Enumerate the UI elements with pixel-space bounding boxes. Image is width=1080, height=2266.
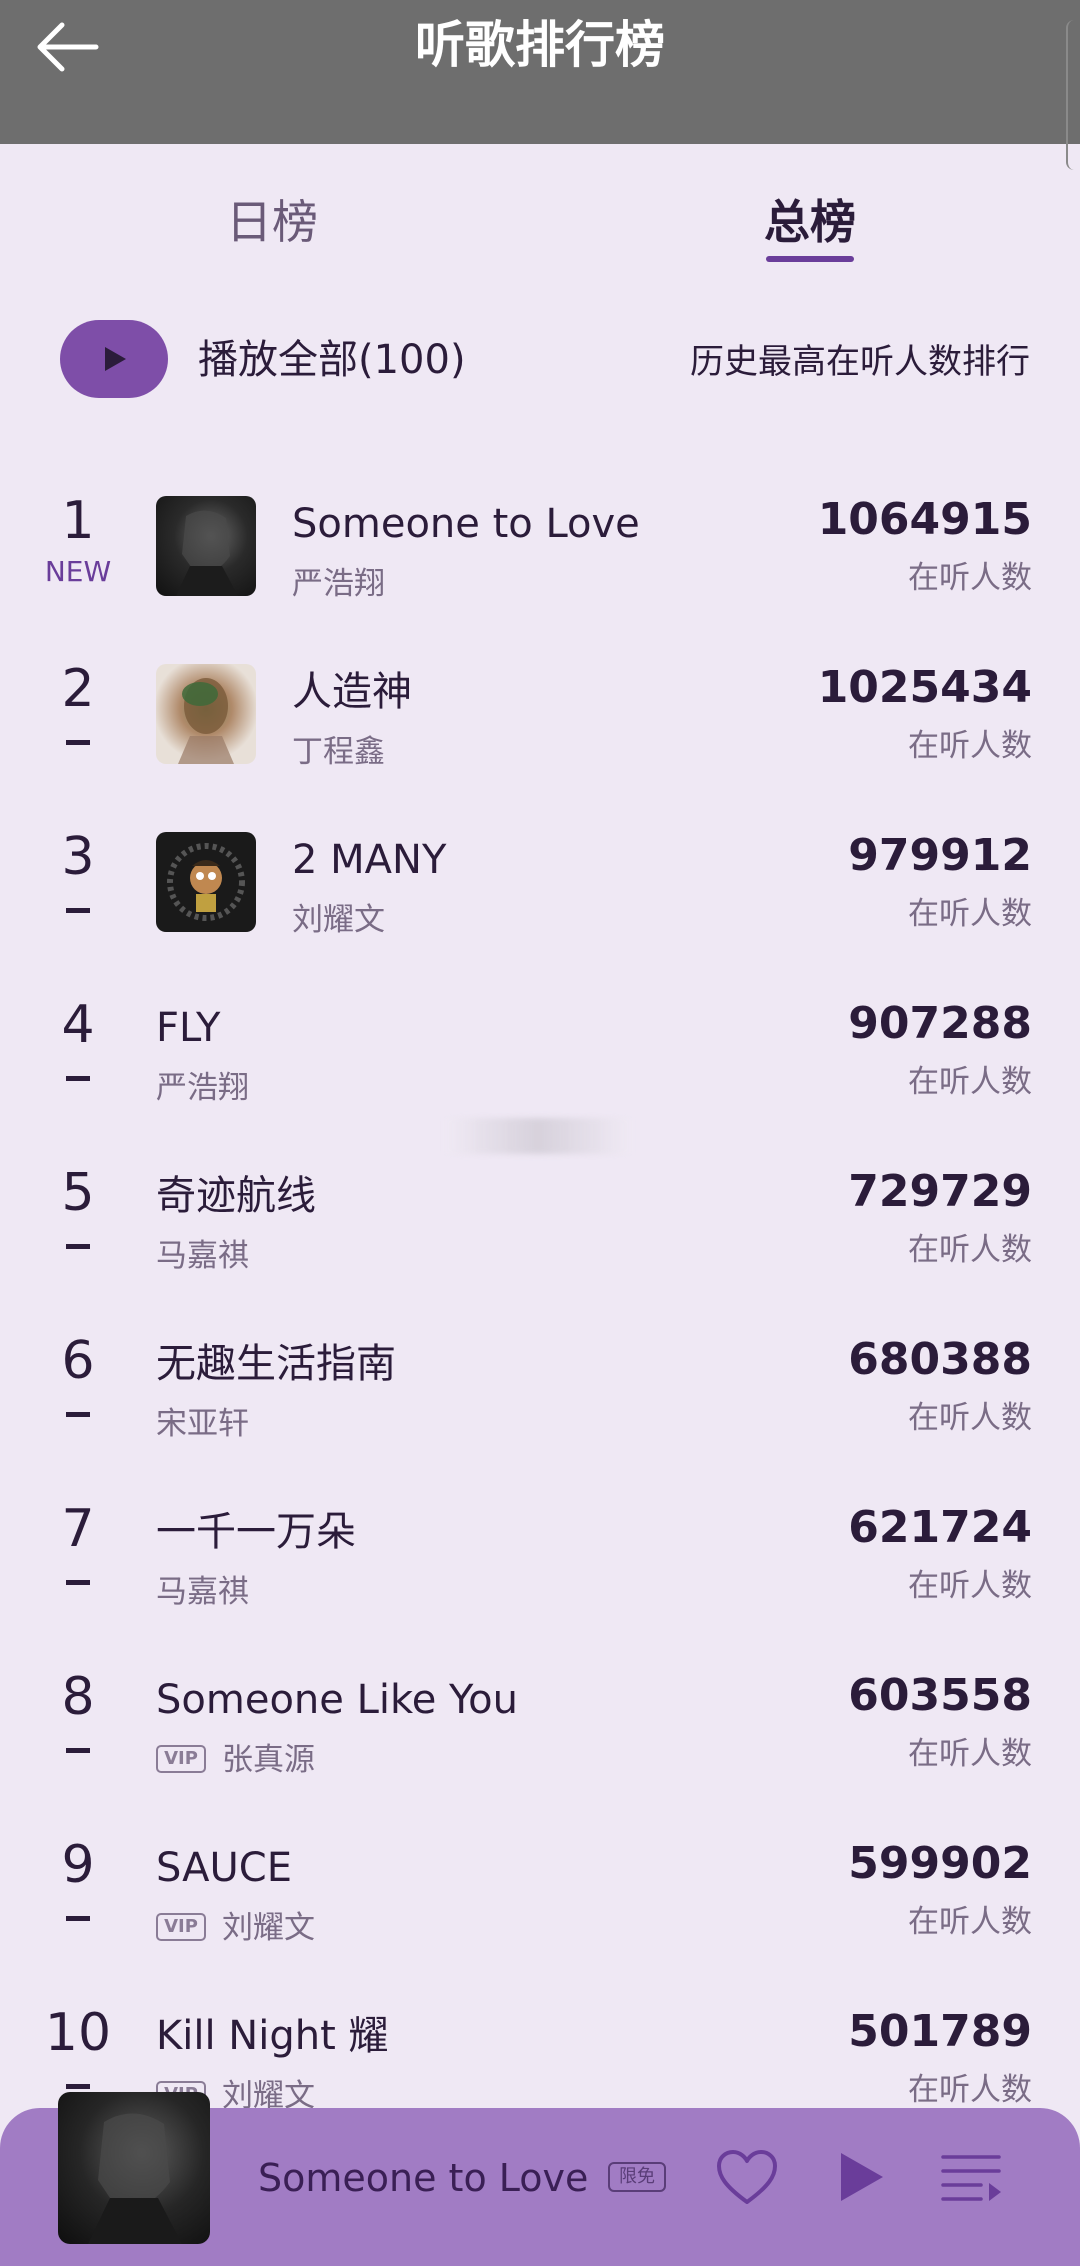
song-artist: 马嘉祺 bbox=[156, 1238, 249, 1274]
song-artist: 张真源 bbox=[222, 1742, 315, 1778]
listen-count-label: 在听人数 bbox=[908, 896, 1032, 932]
active-tab-indicator bbox=[766, 256, 854, 262]
heart-icon bbox=[717, 2150, 777, 2204]
listen-count: 1064915 bbox=[817, 494, 1032, 545]
rank-number: 6 bbox=[61, 1331, 95, 1391]
tab-daily[interactable]: 日榜 bbox=[226, 190, 318, 254]
rank-number: 4 bbox=[61, 995, 95, 1055]
play-button[interactable] bbox=[826, 2142, 896, 2212]
song-row[interactable]: 8 Someone Like You VIP 张真源 603558 在听人数 bbox=[0, 1638, 1080, 1806]
mini-player-cover[interactable] bbox=[58, 2092, 210, 2244]
song-row[interactable]: 7 一千一万朵 马嘉祺 621724 在听人数 bbox=[0, 1470, 1080, 1638]
rank-number: 10 bbox=[44, 2003, 112, 2063]
listen-count-label: 在听人数 bbox=[908, 1904, 1032, 1940]
listen-count: 979912 bbox=[848, 830, 1032, 881]
song-row[interactable]: 2 人造神 丁程鑫 1025434 在听人数 bbox=[0, 630, 1080, 798]
rank-unchanged-icon bbox=[66, 908, 90, 913]
listen-count-label: 在听人数 bbox=[908, 2072, 1032, 2108]
song-artist: 严浩翔 bbox=[292, 566, 385, 602]
song-artist: 刘耀文 bbox=[222, 1910, 315, 1946]
rank-unchanged-icon bbox=[66, 1580, 90, 1585]
song-row[interactable]: 4 FLY 严浩翔 907288 在听人数 bbox=[0, 966, 1080, 1134]
listen-count-label: 在听人数 bbox=[908, 1064, 1032, 1100]
song-row[interactable]: 6 无趣生活指南 宋亚轩 680388 在听人数 bbox=[0, 1302, 1080, 1470]
cover-art-image bbox=[176, 510, 238, 596]
app-root: 听歌排行榜 日榜 总榜 播放全部(100) 历史最高在听人数排行 1 NEW S… bbox=[0, 0, 1080, 2266]
listen-count-label: 在听人数 bbox=[908, 1400, 1032, 1436]
listen-count-label: 在听人数 bbox=[908, 560, 1032, 596]
song-title: 2 MANY bbox=[292, 837, 447, 883]
rank-number: 3 bbox=[61, 827, 95, 887]
song-artist: 丁程鑫 bbox=[292, 734, 385, 770]
play-all-label[interactable]: 播放全部(100) bbox=[198, 330, 466, 390]
listen-count: 680388 bbox=[848, 1334, 1032, 1385]
listen-count-label: 在听人数 bbox=[908, 728, 1032, 764]
listen-count-label: 在听人数 bbox=[908, 1232, 1032, 1268]
listen-count: 1025434 bbox=[817, 662, 1032, 713]
like-button[interactable] bbox=[712, 2142, 782, 2212]
listen-count: 729729 bbox=[848, 1166, 1032, 1217]
rank-unchanged-icon bbox=[66, 1076, 90, 1081]
rank-unchanged-icon bbox=[66, 1748, 90, 1753]
listen-count-label: 在听人数 bbox=[908, 1568, 1032, 1604]
album-cover bbox=[156, 832, 256, 932]
song-row[interactable]: 1 NEW Someone to Love 严浩翔 1064915 在听人数 bbox=[0, 462, 1080, 630]
rank-unchanged-icon bbox=[66, 1244, 90, 1249]
rank-unchanged-icon bbox=[66, 740, 90, 745]
listen-count: 907288 bbox=[848, 998, 1032, 1049]
rank-number: 1 bbox=[61, 491, 95, 551]
song-title: 无趣生活指南 bbox=[156, 1341, 396, 1387]
sort-description: 历史最高在听人数排行 bbox=[690, 342, 1030, 382]
song-row[interactable]: 5 奇迹航线 马嘉祺 729729 在听人数 bbox=[0, 1134, 1080, 1302]
song-title: 人造神 bbox=[292, 669, 412, 715]
new-badge: NEW bbox=[44, 555, 112, 588]
tab-total[interactable]: 总榜 bbox=[764, 190, 856, 254]
playlist-icon bbox=[941, 2155, 1001, 2201]
play-icon bbox=[841, 2153, 883, 2201]
listen-count-label: 在听人数 bbox=[908, 1736, 1032, 1772]
header-bar: 听歌排行榜 bbox=[0, 0, 1080, 170]
song-title: Someone to Love bbox=[292, 501, 640, 547]
song-title: 一千一万朵 bbox=[156, 1509, 356, 1555]
listen-count: 501789 bbox=[848, 2006, 1032, 2057]
song-artist: 宋亚轩 bbox=[156, 1406, 249, 1442]
song-artist: 严浩翔 bbox=[156, 1070, 249, 1106]
rank-unchanged-icon bbox=[66, 1412, 90, 1417]
cover-art-image bbox=[178, 678, 234, 764]
rank-number: 8 bbox=[61, 1667, 95, 1727]
song-title: FLY bbox=[156, 1005, 221, 1051]
scroll-indicator bbox=[1066, 20, 1080, 170]
song-title: SAUCE bbox=[156, 1845, 292, 1891]
vip-badge: VIP bbox=[156, 1745, 206, 1773]
song-artist: 刘耀文 bbox=[292, 902, 385, 938]
rank-unchanged-icon bbox=[66, 2084, 90, 2089]
cover-art-image bbox=[88, 2113, 182, 2244]
album-cover bbox=[156, 664, 256, 764]
song-row[interactable]: 9 SAUCE VIP 刘耀文 599902 在听人数 bbox=[0, 1806, 1080, 1974]
free-badge: 限免 bbox=[608, 2162, 666, 2192]
album-cover bbox=[156, 496, 256, 596]
cover-art-image bbox=[167, 843, 245, 921]
rank-unchanged-icon bbox=[66, 1916, 90, 1921]
now-playing-title[interactable]: Someone to Love - 严浩翔 bbox=[258, 2150, 598, 2206]
song-title: Someone Like You bbox=[156, 1677, 518, 1723]
vip-badge: VIP bbox=[156, 1913, 206, 1941]
watermark-blur bbox=[444, 1118, 632, 1154]
song-artist: 马嘉祺 bbox=[156, 1574, 249, 1610]
rank-number: 9 bbox=[61, 1835, 95, 1895]
listen-count: 603558 bbox=[848, 1670, 1032, 1721]
playlist-button[interactable] bbox=[938, 2142, 1008, 2212]
listen-count: 621724 bbox=[848, 1502, 1032, 1553]
rank-number: 7 bbox=[61, 1499, 95, 1559]
play-all-button[interactable] bbox=[60, 320, 168, 398]
rank-number: 2 bbox=[61, 659, 95, 719]
song-title: 奇迹航线 bbox=[156, 1173, 316, 1219]
page-title: 听歌排行榜 bbox=[415, 16, 665, 74]
rank-number: 5 bbox=[61, 1163, 95, 1223]
listen-count: 599902 bbox=[848, 1838, 1032, 1889]
play-icon bbox=[105, 347, 126, 371]
song-title: Kill Night 耀 bbox=[156, 2013, 389, 2059]
song-row[interactable]: 3 2 MANY 刘耀文 979912 在听人数 bbox=[0, 798, 1080, 966]
